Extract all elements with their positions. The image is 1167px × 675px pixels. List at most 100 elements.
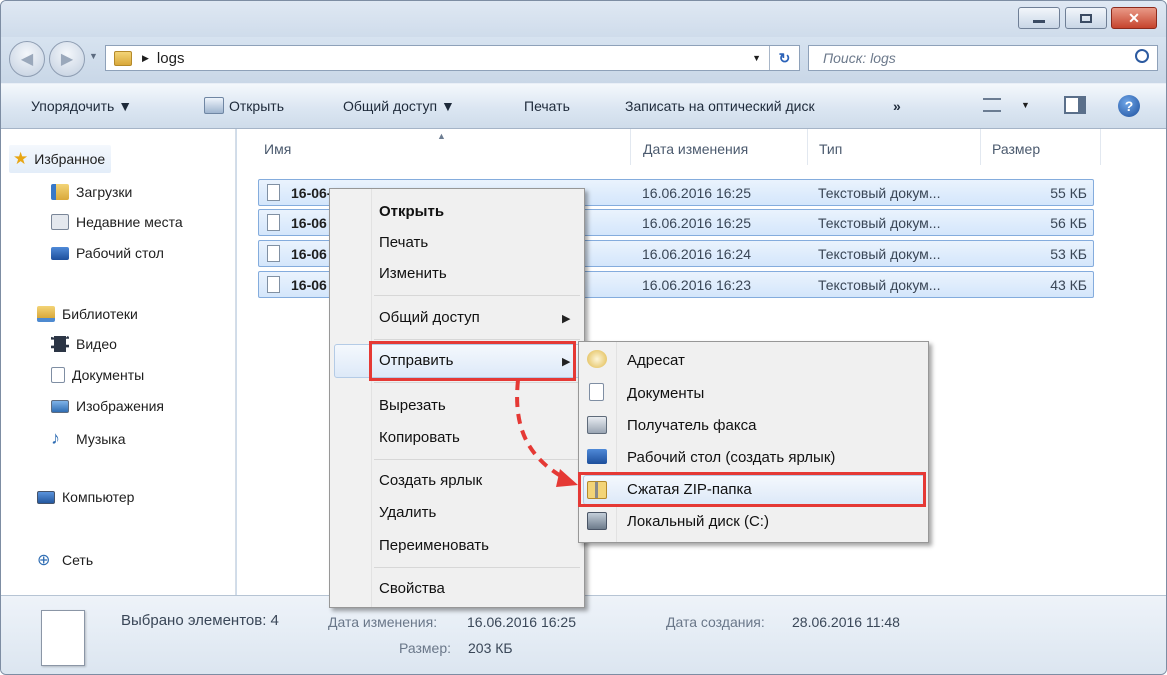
mail-recipient-icon	[587, 350, 607, 368]
submenu-desktop-shortcut[interactable]: Рабочий стол (создать ярлык)	[627, 449, 835, 466]
file-type: Текстовый докум...	[818, 185, 941, 201]
video-icon	[51, 336, 69, 352]
send-to-submenu: Адресат Документы Получатель факса Рабоч…	[578, 341, 929, 543]
file-name: 16-06	[291, 215, 327, 231]
search-field[interactable]: Поиск: logs	[808, 45, 1158, 71]
callout-arrow	[515, 379, 578, 487]
help-icon[interactable]: ?	[1118, 95, 1140, 117]
documents-icon	[589, 383, 604, 401]
burn-button[interactable]: Записать на оптический диск	[625, 98, 815, 114]
menu-open[interactable]: Открыть	[379, 203, 444, 220]
navigation-pane: ★ Избранное Загрузки Недавние места Рабо…	[1, 129, 236, 595]
text-file-icon	[267, 245, 280, 262]
column-separator[interactable]	[630, 129, 631, 165]
address-field[interactable]: ▶ logs ▼ ↻	[105, 45, 800, 71]
nav-recent-places[interactable]: Недавние места	[51, 214, 183, 230]
nav-favorites[interactable]: ★ Избранное	[9, 145, 112, 173]
file-size: 55 КБ	[1050, 185, 1087, 201]
column-date[interactable]: Дата изменения	[643, 141, 748, 157]
breadcrumb-arrow-icon: ▶	[142, 52, 149, 63]
column-size[interactable]: Размер	[992, 141, 1040, 157]
file-date: 16.06.2016 16:24	[642, 246, 751, 262]
nav-documents[interactable]: Документы	[51, 367, 144, 383]
back-button[interactable]: ◀	[9, 41, 45, 77]
menu-create-shortcut[interactable]: Создать ярлык	[379, 472, 482, 489]
size-label: Размер:	[399, 640, 452, 656]
desktop-icon	[587, 449, 607, 464]
nav-downloads-label: Загрузки	[76, 184, 133, 200]
file-name: 16-06	[291, 277, 327, 293]
menu-copy[interactable]: Копировать	[379, 429, 460, 446]
more-commands-button[interactable]: »	[893, 98, 901, 114]
open-icon	[204, 97, 224, 114]
organize-menu[interactable]: Упорядочить ▼	[31, 98, 132, 114]
menu-rename[interactable]: Переименовать	[379, 537, 489, 554]
open-button[interactable]: Открыть	[229, 98, 284, 114]
file-date: 16.06.2016 16:25	[642, 215, 751, 231]
file-size: 53 КБ	[1050, 246, 1087, 262]
column-separator[interactable]	[807, 129, 808, 165]
nav-computer-label: Компьютер	[62, 489, 135, 505]
menu-edit[interactable]: Изменить	[379, 265, 447, 282]
column-type[interactable]: Тип	[819, 141, 842, 157]
menu-cut[interactable]: Вырезать	[379, 397, 446, 414]
close-button[interactable]: ✕	[1111, 7, 1157, 29]
forward-button[interactable]: ▶	[49, 41, 85, 77]
views-dropdown-icon[interactable]: ▼	[1021, 100, 1030, 110]
created-value: 28.06.2016 11:48	[792, 614, 900, 630]
submenu-local-disk[interactable]: Локальный диск (C:)	[627, 513, 769, 530]
print-button[interactable]: Печать	[524, 98, 570, 114]
menu-share[interactable]: Общий доступ	[379, 309, 480, 326]
nav-network-label: Сеть	[62, 552, 94, 568]
recent-pages-dropdown-icon[interactable]: ▼	[89, 51, 98, 61]
breadcrumb-folder[interactable]: logs	[157, 50, 185, 67]
column-name[interactable]: Имя	[264, 141, 291, 157]
callout-arrow-line	[515, 379, 567, 481]
nav-libraries-label: Библиотеки	[62, 306, 138, 322]
nav-pictures-label: Изображения	[76, 398, 164, 414]
search-placeholder: Поиск: logs	[823, 50, 896, 66]
nav-recent-label: Недавние места	[76, 214, 183, 230]
nav-music[interactable]: ♪ Музыка	[51, 428, 126, 449]
minimize-button[interactable]	[1018, 7, 1060, 29]
file-date: 16.06.2016 16:25	[642, 185, 751, 201]
submenu-fax[interactable]: Получатель факса	[627, 417, 756, 434]
share-menu[interactable]: Общий доступ ▼	[343, 98, 455, 114]
file-size: 43 КБ	[1050, 277, 1087, 293]
command-bar: Упорядочить ▼ Открыть Общий доступ ▼ Печ…	[1, 83, 1166, 129]
file-type: Текстовый докум...	[818, 277, 941, 293]
nav-network[interactable]: ⊕ Сеть	[37, 550, 93, 570]
document-icon	[41, 610, 85, 666]
search-icon[interactable]	[1135, 49, 1149, 63]
modified-value: 16.06.2016 16:25	[467, 614, 576, 630]
preview-pane-icon[interactable]	[1064, 96, 1086, 114]
nav-downloads[interactable]: Загрузки	[51, 184, 132, 200]
nav-video[interactable]: Видео	[51, 336, 117, 352]
refresh-button[interactable]: ↻	[769, 46, 799, 70]
menu-gutter	[330, 189, 372, 607]
menu-separator	[374, 567, 580, 568]
sort-arrow-icon: ▲	[437, 131, 446, 141]
nav-pictures[interactable]: Изображения	[51, 398, 164, 414]
recent-places-icon	[51, 214, 69, 230]
menu-delete[interactable]: Удалить	[379, 504, 436, 521]
file-date: 16.06.2016 16:23	[642, 277, 751, 293]
downloads-folder-icon	[51, 184, 69, 200]
address-dropdown-icon[interactable]: ▼	[752, 53, 761, 63]
submenu-documents[interactable]: Документы	[627, 385, 704, 402]
address-bar-area: ◀ ▶ ▼ ▶ logs ▼ ↻ Поиск: logs	[1, 37, 1166, 83]
modified-label: Дата изменения:	[328, 614, 438, 630]
fax-icon	[587, 416, 607, 434]
maximize-button[interactable]	[1065, 7, 1107, 29]
menu-print[interactable]: Печать	[379, 234, 428, 251]
submenu-mail-recipient[interactable]: Адресат	[627, 352, 685, 369]
nav-desktop[interactable]: Рабочий стол	[51, 245, 164, 261]
title-bar: ✕	[1, 1, 1166, 37]
column-separator[interactable]	[1100, 129, 1101, 165]
menu-separator	[374, 339, 580, 340]
nav-computer[interactable]: Компьютер	[37, 489, 134, 505]
column-separator[interactable]	[980, 129, 981, 165]
nav-libraries[interactable]: Библиотеки	[37, 306, 138, 322]
views-icon[interactable]	[983, 98, 1001, 112]
menu-properties[interactable]: Свойства	[379, 580, 445, 597]
